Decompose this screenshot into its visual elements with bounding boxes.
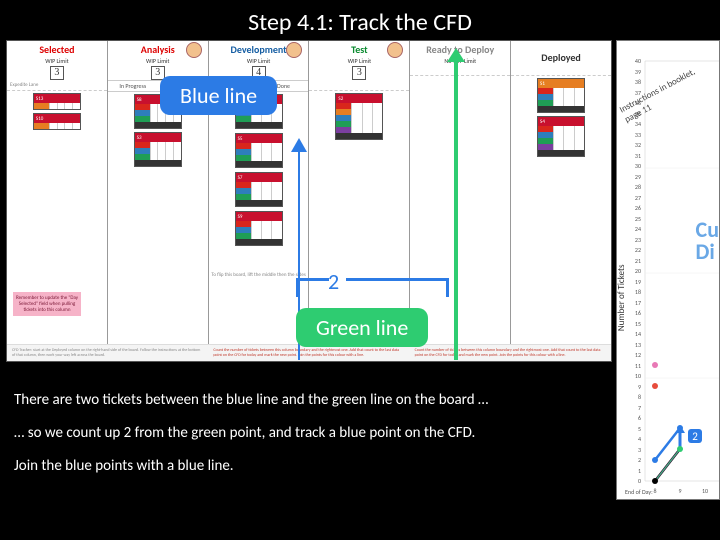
count-badge: 2 — [328, 268, 339, 295]
ticket: S7 — [235, 172, 283, 207]
svg-text:37: 37 — [635, 89, 641, 97]
svg-text:29: 29 — [635, 173, 641, 181]
explain-line: There are two tickets between the blue l… — [14, 390, 590, 411]
svg-text:2: 2 — [638, 456, 641, 464]
pink-note: Remember to update the "Day Selected" fi… — [13, 292, 81, 316]
explain-line: Join the blue points with a blue line. — [14, 456, 590, 477]
svg-text:8: 8 — [653, 487, 656, 495]
ticket: S10 — [33, 113, 81, 130]
svg-text:21: 21 — [635, 257, 641, 265]
svg-text:0: 0 — [638, 477, 641, 485]
svg-text:7: 7 — [638, 404, 641, 412]
svg-text:38: 38 — [635, 78, 641, 86]
svg-text:34: 34 — [635, 120, 641, 128]
svg-text:3: 3 — [638, 446, 641, 454]
svg-text:28: 28 — [635, 183, 641, 191]
svg-text:19: 19 — [635, 278, 641, 286]
svg-text:36: 36 — [635, 99, 641, 107]
cfd-xlabel: End of Day: — [625, 488, 653, 496]
svg-text:9: 9 — [678, 487, 681, 495]
svg-text:32: 32 — [635, 141, 641, 149]
svg-text:40: 40 — [635, 57, 641, 65]
bracket-icon — [346, 278, 449, 297]
wip-value: 3 — [50, 66, 64, 80]
page-title: Step 4.1: Track the CFD — [0, 8, 720, 37]
explain-line: … so we count up 2 from the green point,… — [14, 423, 590, 444]
svg-text:4: 4 — [638, 435, 641, 443]
svg-text:16: 16 — [635, 309, 641, 317]
svg-text:6: 6 — [638, 414, 641, 422]
svg-text:22: 22 — [635, 246, 641, 254]
cfd-panel: Instructions in booklet, page 11 CuDi Nu… — [616, 40, 720, 500]
ticket: S9 — [235, 211, 283, 246]
svg-text:33: 33 — [635, 131, 641, 139]
svg-text:15: 15 — [635, 320, 641, 328]
col-title: Selected — [7, 41, 107, 57]
col-deployed: Deployed S1 S4 — [511, 41, 611, 361]
svg-text:13: 13 — [635, 341, 641, 349]
ticket: S5 — [235, 133, 283, 168]
svg-text:30: 30 — [635, 162, 641, 170]
explanation: There are two tickets between the blue l… — [14, 390, 590, 489]
blue-line-label: Blue line — [160, 76, 277, 115]
svg-text:14: 14 — [635, 330, 641, 338]
green-line-label: Green line — [296, 308, 428, 347]
svg-text:1: 1 — [638, 467, 641, 475]
svg-text:20: 20 — [635, 267, 641, 275]
svg-text:23: 23 — [635, 236, 641, 244]
cfd-chart: 01234 56789 1011121314 1516171819 202122… — [617, 41, 719, 499]
svg-text:39: 39 — [635, 68, 641, 76]
svg-text:10: 10 — [702, 487, 708, 495]
svg-text:24: 24 — [635, 225, 641, 233]
svg-text:35: 35 — [635, 110, 641, 118]
svg-text:11: 11 — [635, 362, 641, 370]
avatar-icon — [186, 42, 202, 58]
svg-text:31: 31 — [635, 152, 641, 160]
ticket: S2 — [335, 93, 383, 140]
svg-text:10: 10 — [635, 372, 641, 380]
svg-text:8: 8 — [638, 393, 641, 401]
svg-text:5: 5 — [638, 425, 641, 433]
ticket: S1 — [537, 78, 585, 113]
svg-text:17: 17 — [635, 299, 641, 307]
svg-text:2: 2 — [692, 430, 698, 443]
svg-text:18: 18 — [635, 288, 641, 296]
svg-text:26: 26 — [635, 204, 641, 212]
svg-text:27: 27 — [635, 194, 641, 202]
flip-hint: To flip this board, lift the middle then… — [211, 272, 307, 278]
ticket: S3 — [134, 132, 182, 167]
svg-text:12: 12 — [635, 351, 641, 359]
svg-text:9: 9 — [638, 383, 641, 391]
svg-text:25: 25 — [635, 215, 641, 223]
ticket: S4 — [537, 116, 585, 157]
ticket: S13 — [33, 93, 81, 110]
expedite-lane: Expedite Lane — [7, 80, 107, 91]
col-selected: Selected WIP Limit3 Expedite Lane S13 S1… — [7, 41, 108, 361]
bracket-icon — [296, 278, 329, 297]
